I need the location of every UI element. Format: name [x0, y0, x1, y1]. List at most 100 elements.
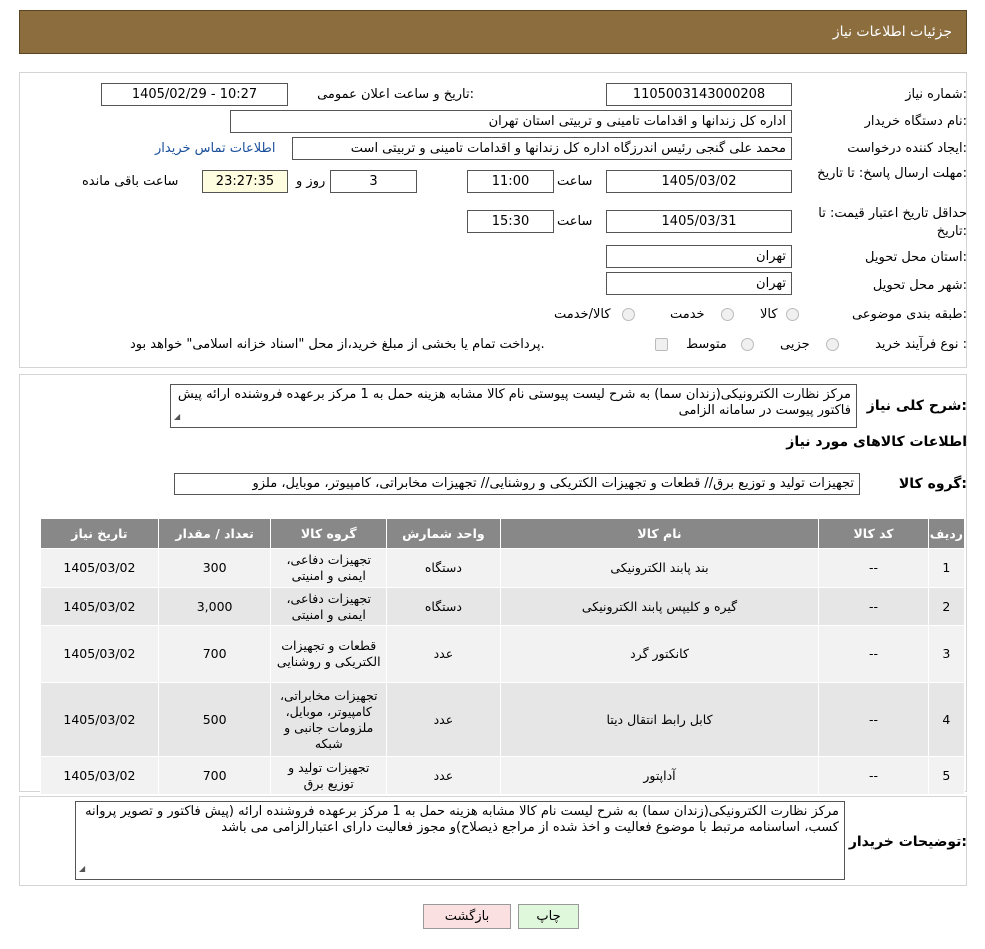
- cell-code: --: [818, 548, 929, 588]
- buyer-notes-textarea[interactable]: مرکز نظارت الکترونیکی(زندان سما) به شرح …: [75, 801, 845, 880]
- need-number-field: 1105003143000208: [606, 83, 792, 106]
- resize-grip-icon[interactable]: ◢: [79, 861, 85, 877]
- need-number-label: شماره نیاز:: [905, 87, 967, 102]
- table-header-row: ردیف کد کالا نام کالا واحد شمارش گروه کا…: [40, 518, 966, 549]
- goods-group-label: گروه کالا:: [898, 476, 967, 492]
- deadline-date-field: 1405/03/02: [606, 170, 792, 193]
- category-service-label: خدمت: [670, 307, 705, 322]
- cell-group: تجهیزات تولید و توزیع برق: [270, 756, 388, 795]
- creator-field: محمد علی گنجی رئیس اندرزگاه اداره کل زند…: [292, 137, 792, 160]
- validity-date-field: 1405/03/31: [606, 210, 792, 233]
- goods-info-title: اطلاعات کالاهای مورد نیاز: [786, 434, 967, 450]
- goods-group-field: تجهیزات تولید و توزیع برق// قطعات و تجهی…: [174, 473, 860, 495]
- cell-date: 1405/03/02: [40, 548, 159, 588]
- table-row[interactable]: 2 -- گیره و کلیپس پابند الکترونیکی دستگا…: [40, 587, 966, 626]
- buyer-notes-text: مرکز نظارت الکترونیکی(زندان سما) به شرح …: [85, 804, 839, 835]
- days-field: 3: [330, 170, 417, 193]
- cell-code: --: [818, 625, 929, 683]
- cell-date: 1405/03/02: [40, 587, 159, 626]
- category-label: طبقه بندی موضوعی:: [851, 307, 967, 322]
- process-treasury-checkbox[interactable]: [655, 338, 668, 351]
- validity-label: حداقل تاریخ اعتبار قیمت: تا تاریخ:: [818, 206, 967, 239]
- table-row[interactable]: 3 -- کانکتور گرد عدد قطعات و تجهیزات الک…: [40, 625, 966, 683]
- process-partial-radio[interactable]: [826, 338, 839, 351]
- cell-row: 4: [927, 682, 966, 757]
- days-label: روز و: [296, 174, 326, 189]
- cell-code: --: [818, 682, 929, 757]
- buyer-contact-link[interactable]: اطلاعات تماس خریدار: [155, 141, 275, 156]
- goods-table: ردیف کد کالا نام کالا واحد شمارش گروه کا…: [40, 518, 966, 795]
- cell-name: گیره و کلیپس پابند الکترونیکی: [499, 587, 820, 626]
- cell-group: تجهیزات مخابراتی، کامپیوتر، موبایل، ملزو…: [270, 682, 388, 757]
- process-note: پرداخت تمام یا بخشی از مبلغ خرید،از محل …: [130, 337, 545, 352]
- process-partial-label: جزیی: [780, 337, 810, 352]
- back-button[interactable]: بازگشت: [423, 904, 511, 929]
- category-goods-label: کالا: [760, 307, 778, 322]
- category-goods-radio[interactable]: [786, 308, 799, 321]
- cell-row: 5: [927, 756, 966, 795]
- cell-row: 1: [927, 548, 966, 588]
- deadline-time-field: 11:00: [467, 170, 554, 193]
- buyer-notes-label: توضیحات خریدار:: [848, 834, 967, 850]
- col-name-header: نام کالا: [499, 518, 820, 549]
- table-row[interactable]: 5 -- آداپتور عدد تجهیزات تولید و توزیع ب…: [40, 756, 966, 795]
- col-date-header: تاریخ نیاز: [40, 518, 159, 549]
- buyer-label: نام دستگاه خریدار:: [864, 114, 967, 129]
- table-row[interactable]: 1 -- بند پابند الکترونیکی دستگاه تجهیزات…: [40, 548, 966, 588]
- cell-unit: عدد: [386, 756, 501, 795]
- cell-unit: عدد: [386, 682, 501, 757]
- announce-label: تاریخ و ساعت اعلان عمومی:: [317, 87, 474, 102]
- general-desc-text: مرکز نظارت الکترونیکی(زندان سما) به شرح …: [177, 387, 851, 418]
- col-row-header: ردیف: [927, 518, 966, 549]
- city-label: شهر محل تحویل:: [872, 278, 967, 293]
- process-medium-label: متوسط: [686, 337, 727, 352]
- cell-code: --: [818, 756, 929, 795]
- city-field: تهران: [606, 272, 792, 295]
- cell-unit: دستگاه: [386, 548, 501, 588]
- resize-grip-icon[interactable]: ◢: [174, 409, 180, 425]
- col-qty-header: تعداد / مقدار: [157, 518, 272, 549]
- table-row[interactable]: 4 -- کابل رابط انتقال دیتا عدد تجهیزات م…: [40, 682, 966, 757]
- col-unit-header: واحد شمارش: [386, 518, 501, 549]
- cell-code: --: [818, 587, 929, 626]
- cell-row: 2: [927, 587, 966, 626]
- cell-name: کابل رابط انتقال دیتا: [499, 682, 820, 757]
- province-label: استان محل تحویل:: [865, 250, 967, 265]
- col-group-header: گروه کالا: [270, 518, 388, 549]
- category-goods-service-radio[interactable]: [622, 308, 635, 321]
- page-title: جزئیات اطلاعات نیاز: [832, 24, 952, 40]
- cell-date: 1405/03/02: [40, 756, 159, 795]
- remaining-label: ساعت باقی مانده: [82, 174, 179, 189]
- cell-row: 3: [927, 625, 966, 683]
- cell-group: قطعات و تجهیزات الکتریکی و روشنایی: [270, 625, 388, 683]
- cell-date: 1405/03/02: [40, 625, 159, 683]
- category-service-radio[interactable]: [721, 308, 734, 321]
- cell-unit: دستگاه: [386, 587, 501, 626]
- page-header: جزئیات اطلاعات نیاز: [19, 10, 967, 54]
- buyer-field: اداره کل زندانها و اقدامات تامینی و تربی…: [230, 110, 792, 133]
- category-goods-service-label: کالا/خدمت: [554, 307, 611, 322]
- validity-time-label: ساعت: [557, 214, 593, 229]
- general-desc-textarea[interactable]: مرکز نظارت الکترونیکی(زندان سما) به شرح …: [170, 384, 857, 428]
- cell-group: تجهیزات دفاعی، ایمنی و امنیتی: [270, 587, 388, 626]
- cell-qty: 700: [157, 756, 272, 795]
- cell-qty: 300: [157, 548, 272, 588]
- cell-name: بند پابند الکترونیکی: [499, 548, 820, 588]
- cell-qty: 3,000: [157, 587, 272, 626]
- print-button[interactable]: چاپ: [518, 904, 579, 929]
- general-desc-label: شرح کلی نیاز:: [866, 398, 967, 414]
- cell-name: کانکتور گرد: [499, 625, 820, 683]
- deadline-time-label: ساعت: [557, 174, 593, 189]
- col-code-header: کد کالا: [818, 518, 929, 549]
- cell-name: آداپتور: [499, 756, 820, 795]
- creator-label: ایجاد کننده درخواست:: [847, 141, 967, 156]
- province-field: تهران: [606, 245, 792, 268]
- remaining-time-field: 23:27:35: [202, 170, 288, 193]
- process-medium-radio[interactable]: [741, 338, 754, 351]
- cell-date: 1405/03/02: [40, 682, 159, 757]
- validity-time-field: 15:30: [467, 210, 554, 233]
- process-label: نوع فرآیند خرید :: [875, 337, 967, 352]
- cell-group: تجهیزات دفاعی، ایمنی و امنیتی: [270, 548, 388, 588]
- cell-qty: 700: [157, 625, 272, 683]
- cell-unit: عدد: [386, 625, 501, 683]
